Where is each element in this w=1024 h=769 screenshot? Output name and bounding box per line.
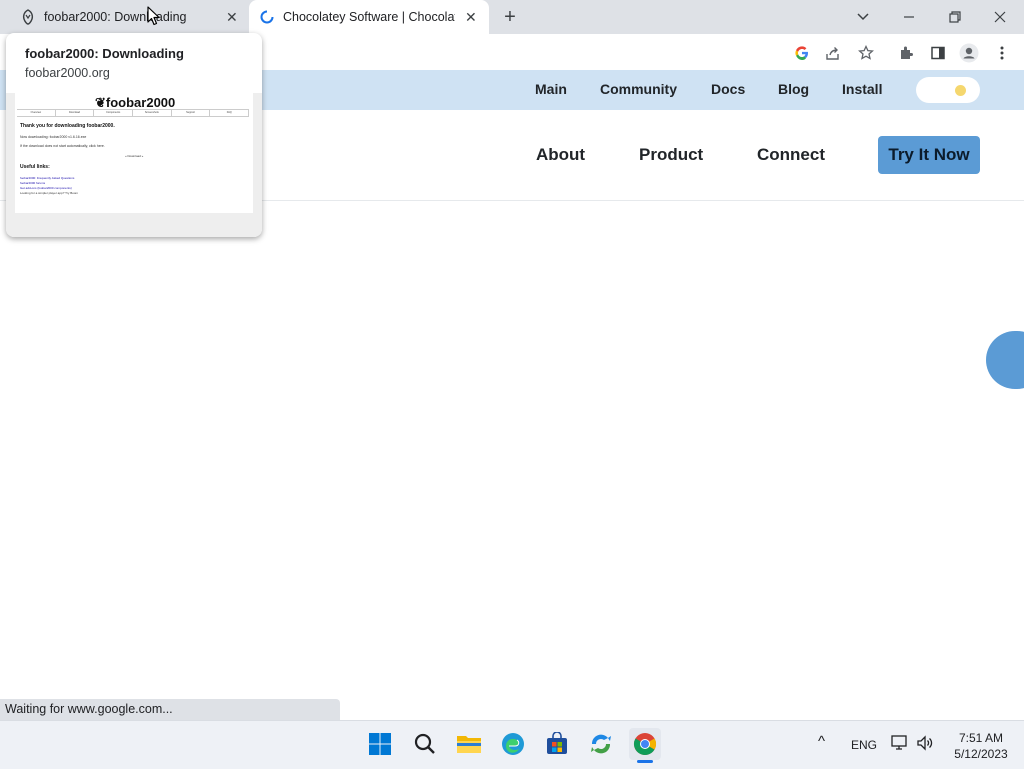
tab-foobar2000[interactable]: foobar2000: Downloading ✕ (8, 0, 248, 34)
thumbnail-page: ❦foobar2000 Overview Download Components… (15, 93, 253, 213)
nav-link-product[interactable]: Product (639, 145, 703, 165)
thumbnail-nav-item: Screenshots (133, 110, 172, 116)
network-icon[interactable] (891, 735, 909, 756)
extensions-icon[interactable] (895, 42, 917, 64)
close-tab-icon[interactable]: ✕ (465, 9, 477, 26)
edge-icon[interactable] (497, 728, 529, 760)
minimize-button[interactable] (894, 5, 924, 29)
search-icon[interactable] (409, 728, 441, 760)
hover-card-thumbnail: ❦foobar2000 Overview Download Components… (6, 93, 262, 237)
restore-button[interactable] (940, 5, 970, 29)
language-indicator[interactable]: ENG (851, 738, 877, 752)
nav-link-community[interactable]: Community (600, 81, 677, 97)
thumbnail-nav-item: Overview (17, 110, 56, 116)
clock-time: 7:51 AM (958, 731, 1004, 745)
nav-link-install[interactable]: Install (842, 81, 882, 97)
nav-link-about[interactable]: About (536, 145, 585, 165)
thumbnail-text: « Download » (125, 154, 144, 158)
store-icon[interactable] (541, 728, 573, 760)
profile-icon[interactable] (958, 42, 980, 64)
thumbnail-text: Now downloading: foobar2000 v1.6.16.exe (20, 135, 87, 139)
google-icon[interactable] (791, 42, 813, 64)
mouse-cursor-icon (147, 6, 160, 26)
status-bubble: Waiting for www.google.com... (0, 699, 340, 720)
side-widget-tab[interactable] (986, 331, 1024, 389)
new-tab-button[interactable]: + (498, 5, 522, 29)
try-it-now-button[interactable]: Try It Now (878, 136, 980, 174)
close-tab-icon[interactable]: ✕ (226, 9, 238, 26)
thumbnail-link: Looking for a simpler player app? Try Bo… (20, 191, 79, 195)
side-panel-icon[interactable] (927, 42, 949, 64)
windows-start-icon[interactable] (364, 728, 396, 760)
hover-card-title: foobar2000: Downloading (25, 46, 184, 61)
active-app-indicator (637, 760, 653, 763)
bookmark-star-icon[interactable] (855, 42, 877, 64)
volume-icon[interactable] (916, 735, 934, 756)
tab-search-chevron-icon[interactable] (848, 5, 878, 29)
loading-spinner-icon (260, 10, 274, 24)
tab-chocolatey[interactable]: Chocolatey Software | Chocolatey ✕ (249, 0, 489, 34)
tab-title: Chocolatey Software | Chocolatey (283, 10, 455, 24)
close-window-button[interactable] (985, 5, 1015, 29)
thumbnail-nav-item: FAQ (210, 110, 250, 116)
thumbnail-nav-item: Components (94, 110, 134, 116)
tab-title: foobar2000: Downloading (44, 10, 187, 24)
chrome-icon[interactable] (629, 728, 661, 760)
nav-link-blog[interactable]: Blog (778, 81, 809, 97)
file-explorer-icon[interactable] (453, 728, 485, 760)
thumbnail-heading: Thank you for downloading foobar2000. (20, 123, 115, 129)
menu-icon[interactable] (991, 42, 1013, 64)
thumbnail-text: If the download does not start automatic… (20, 144, 105, 148)
app-icon[interactable] (585, 728, 617, 760)
tab-hover-card: foobar2000: Downloading foobar2000.org ❦… (6, 33, 262, 237)
share-icon[interactable] (822, 42, 844, 64)
nav-link-docs[interactable]: Docs (711, 81, 745, 97)
nav-link-main[interactable]: Main (535, 81, 567, 97)
thumbnail-nav-item: Download (56, 110, 95, 116)
theme-toggle-knob (955, 85, 966, 96)
hover-card-domain: foobar2000.org (25, 66, 110, 80)
thumbnail-nav-item: Support (172, 110, 211, 116)
theme-toggle[interactable] (916, 77, 980, 103)
foobar2000-favicon-icon (22, 9, 34, 25)
system-clock[interactable]: 7:51 AM 5/12/2023 (946, 730, 1016, 762)
thumbnail-nav: Overview Download Components Screenshots… (17, 109, 250, 117)
nav-link-connect[interactable]: Connect (757, 145, 825, 165)
thumbnail-links: foobar2000: Frequently Asked Questions f… (20, 176, 78, 196)
clock-date: 5/12/2023 (954, 747, 1008, 761)
thumbnail-subheading: Useful links: (20, 164, 50, 170)
tray-overflow-chevron-icon[interactable]: ^ (818, 733, 825, 750)
